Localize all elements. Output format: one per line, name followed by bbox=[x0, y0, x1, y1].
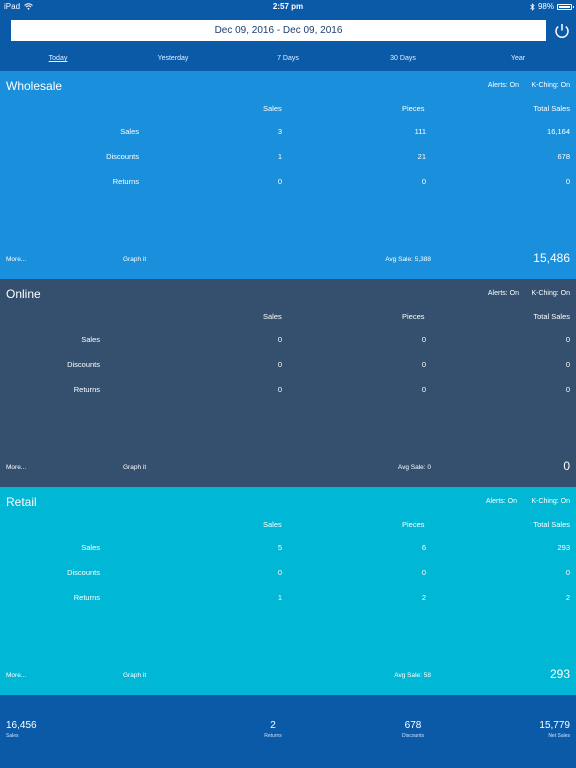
cell-discounts-total: 678 bbox=[557, 152, 570, 161]
cell-returns-total: 0 bbox=[565, 177, 570, 186]
graph-it-link[interactable]: Graph it bbox=[123, 672, 146, 679]
footer-returns-label: Returns bbox=[264, 733, 282, 739]
cell-discounts-pieces: 0 bbox=[421, 360, 426, 369]
section-title: Retail bbox=[6, 495, 37, 509]
footer-net-sales: 15,779 Net Sales bbox=[539, 720, 570, 739]
tab-30-days[interactable]: 30 Days bbox=[363, 52, 443, 66]
row-label-sales: Sales bbox=[120, 127, 139, 136]
cell-returns-total: 0 bbox=[565, 385, 570, 394]
cell-discounts-count: 1 bbox=[277, 152, 282, 161]
avg-sale: Avg Sale: 0 bbox=[397, 464, 431, 471]
column-header-pieces: Pieces bbox=[402, 520, 425, 529]
cell-returns-count: 1 bbox=[277, 593, 282, 602]
column-header-total-sales: Total Sales bbox=[533, 312, 570, 321]
power-icon[interactable] bbox=[553, 22, 571, 40]
cell-returns-count: 0 bbox=[277, 385, 282, 394]
alerts-status[interactable]: Alerts: On bbox=[488, 290, 519, 297]
status-time: 2:57 pm bbox=[272, 2, 304, 11]
cell-discounts-count: 0 bbox=[277, 360, 282, 369]
status-bar: iPad 2:57 pm 98% bbox=[0, 0, 576, 14]
cell-sales-pieces: 6 bbox=[421, 543, 426, 552]
cell-sales-total: 293 bbox=[557, 543, 570, 552]
battery-percent: 98% bbox=[537, 2, 554, 11]
cell-sales-count: 5 bbox=[277, 543, 282, 552]
cell-sales-pieces: 111 bbox=[414, 127, 426, 136]
more-link[interactable]: More... bbox=[6, 256, 26, 263]
alerts-status[interactable]: Alerts: On bbox=[488, 82, 519, 89]
cell-sales-total: 16,164 bbox=[547, 127, 570, 136]
more-link[interactable]: More... bbox=[6, 672, 26, 679]
column-header-total-sales: Total Sales bbox=[533, 520, 570, 529]
section-title: Online bbox=[6, 287, 41, 301]
cell-returns-count: 0 bbox=[277, 177, 282, 186]
footer-net-sales-label: Net Sales bbox=[548, 733, 570, 739]
avg-sale: Avg Sale: 58 bbox=[394, 672, 431, 679]
more-link[interactable]: More... bbox=[6, 464, 26, 471]
row-label-sales: Sales bbox=[81, 543, 100, 552]
graph-it-link[interactable]: Graph it bbox=[123, 256, 146, 263]
kching-status[interactable]: K-Ching: On bbox=[531, 82, 570, 89]
cell-returns-pieces: 2 bbox=[421, 593, 426, 602]
footer-returns-value: 2 bbox=[270, 720, 276, 731]
column-header-sales: Sales bbox=[263, 312, 282, 321]
row-label-returns: Returns bbox=[73, 593, 100, 602]
section-title: Wholesale bbox=[6, 79, 63, 93]
wholesale-section: Wholesale Alerts: On K-Ching: On Sales P… bbox=[0, 71, 576, 279]
period-tabs: Today Yesterday 7 Days 30 Days Year bbox=[0, 52, 576, 66]
summary-footer: 16,456 Sales 2 Returns 678 Discounts 15,… bbox=[0, 695, 576, 768]
row-label-sales: Sales bbox=[81, 335, 100, 344]
row-label-discounts: Discounts bbox=[67, 360, 100, 369]
cell-discounts-pieces: 21 bbox=[417, 152, 426, 161]
column-header-total-sales: Total Sales bbox=[533, 104, 570, 113]
alerts-status[interactable]: Alerts: On bbox=[486, 498, 517, 505]
cell-sales-pieces: 0 bbox=[421, 335, 426, 344]
footer-discounts-label: Discounts bbox=[402, 733, 424, 739]
bluetooth-icon bbox=[530, 2, 535, 11]
section-net-total: 15,486 bbox=[533, 251, 570, 265]
kching-status[interactable]: K-Ching: On bbox=[531, 290, 570, 297]
battery-icon bbox=[557, 3, 574, 10]
kching-status[interactable]: K-Ching: On bbox=[531, 498, 570, 505]
graph-it-link[interactable]: Graph it bbox=[123, 464, 146, 471]
footer-net-sales-value: 15,779 bbox=[539, 720, 570, 731]
battery-fill bbox=[559, 5, 570, 8]
online-section: Online Alerts: On K-Ching: On Sales Piec… bbox=[0, 279, 576, 487]
cell-returns-total: 2 bbox=[565, 593, 570, 602]
row-label-returns: Returns bbox=[112, 177, 139, 186]
footer-discounts: 678 Discounts bbox=[373, 720, 453, 739]
cell-discounts-total: 0 bbox=[565, 360, 570, 369]
cell-sales-count: 3 bbox=[277, 127, 282, 136]
column-header-pieces: Pieces bbox=[402, 312, 425, 321]
cell-discounts-pieces: 0 bbox=[421, 568, 426, 577]
footer-sales: 16,456 Sales bbox=[6, 720, 37, 739]
footer-discounts-value: 678 bbox=[404, 720, 422, 731]
tab-7-days[interactable]: 7 Days bbox=[248, 52, 328, 66]
tab-yesterday[interactable]: Yesterday bbox=[133, 52, 213, 66]
row-label-discounts: Discounts bbox=[106, 152, 139, 161]
section-net-total: 293 bbox=[549, 667, 570, 681]
retail-section: Retail Alerts: On K-Ching: On Sales Piec… bbox=[0, 487, 576, 695]
cell-returns-pieces: 0 bbox=[421, 177, 426, 186]
tab-today[interactable]: Today bbox=[18, 52, 98, 66]
column-header-sales: Sales bbox=[263, 104, 282, 113]
cell-returns-pieces: 0 bbox=[421, 385, 426, 394]
status-right: 98% bbox=[530, 0, 574, 13]
tab-year[interactable]: Year bbox=[478, 52, 558, 66]
date-range-picker[interactable]: Dec 09, 2016 - Dec 09, 2016 bbox=[11, 20, 546, 41]
row-label-discounts: Discounts bbox=[67, 568, 100, 577]
footer-returns: 2 Returns bbox=[233, 720, 313, 739]
row-label-returns: Returns bbox=[73, 385, 100, 394]
cell-discounts-count: 0 bbox=[277, 568, 282, 577]
cell-discounts-total: 0 bbox=[565, 568, 570, 577]
footer-sales-value: 16,456 bbox=[6, 720, 37, 731]
column-header-sales: Sales bbox=[263, 520, 282, 529]
avg-sale: Avg Sale: 5,388 bbox=[385, 256, 431, 263]
column-header-pieces: Pieces bbox=[402, 104, 425, 113]
cell-sales-total: 0 bbox=[565, 335, 570, 344]
footer-sales-label: Sales bbox=[6, 733, 19, 739]
cell-sales-count: 0 bbox=[277, 335, 282, 344]
section-net-total: 0 bbox=[563, 459, 570, 473]
header: Dec 09, 2016 - Dec 09, 2016 Today Yester… bbox=[0, 14, 576, 71]
